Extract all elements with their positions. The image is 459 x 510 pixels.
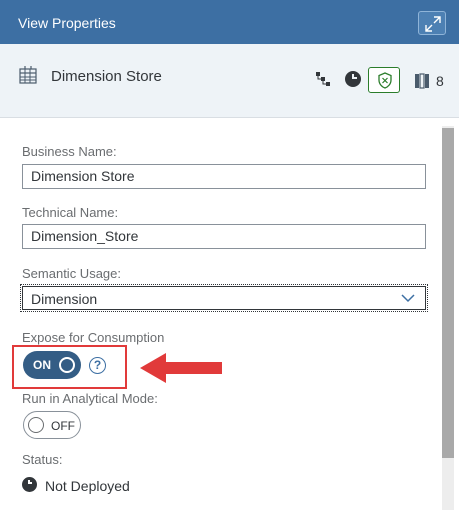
analytical-mode-label: Run in Analytical Mode: (22, 391, 158, 406)
columns-count: 8 (436, 73, 444, 89)
status-value: Not Deployed (45, 478, 130, 494)
business-name-label: Business Name: (22, 144, 117, 159)
data-access-button[interactable] (368, 67, 400, 93)
toggle-knob (59, 357, 75, 373)
object-name: Dimension Store (51, 68, 162, 85)
technical-name-input[interactable]: Dimension_Store (22, 224, 426, 249)
arrow-icon (140, 353, 222, 383)
expose-toggle[interactable]: ON (23, 351, 81, 379)
panel-header: View Properties (0, 0, 459, 44)
semantic-usage-value: Dimension (31, 291, 98, 307)
shield-icon (378, 72, 392, 89)
object-header: Dimension Store 8 (0, 44, 459, 118)
clock-icon[interactable] (345, 71, 361, 87)
help-icon[interactable]: ? (89, 357, 106, 374)
expose-toggle-text: ON (33, 358, 51, 372)
columns-icon[interactable] (414, 73, 430, 89)
toggle-knob (28, 417, 44, 433)
analytical-mode-toggle[interactable]: OFF (23, 411, 81, 439)
status-clock-icon (22, 477, 37, 492)
expose-label: Expose for Consumption (22, 330, 165, 345)
chevron-down-icon (401, 294, 415, 303)
hierarchy-icon[interactable] (315, 71, 331, 87)
technical-name-label: Technical Name: (22, 205, 119, 220)
expand-button[interactable] (418, 11, 446, 35)
semantic-usage-select[interactable]: Dimension (20, 284, 428, 312)
expand-icon (425, 16, 441, 32)
business-name-input[interactable]: Dimension Store (22, 164, 426, 189)
scrollbar-thumb[interactable] (442, 128, 454, 458)
analytical-toggle-text: OFF (51, 419, 75, 433)
panel-title: View Properties (18, 15, 116, 31)
table-icon (19, 66, 37, 84)
semantic-usage-label: Semantic Usage: (22, 266, 121, 281)
status-label: Status: (22, 452, 63, 467)
